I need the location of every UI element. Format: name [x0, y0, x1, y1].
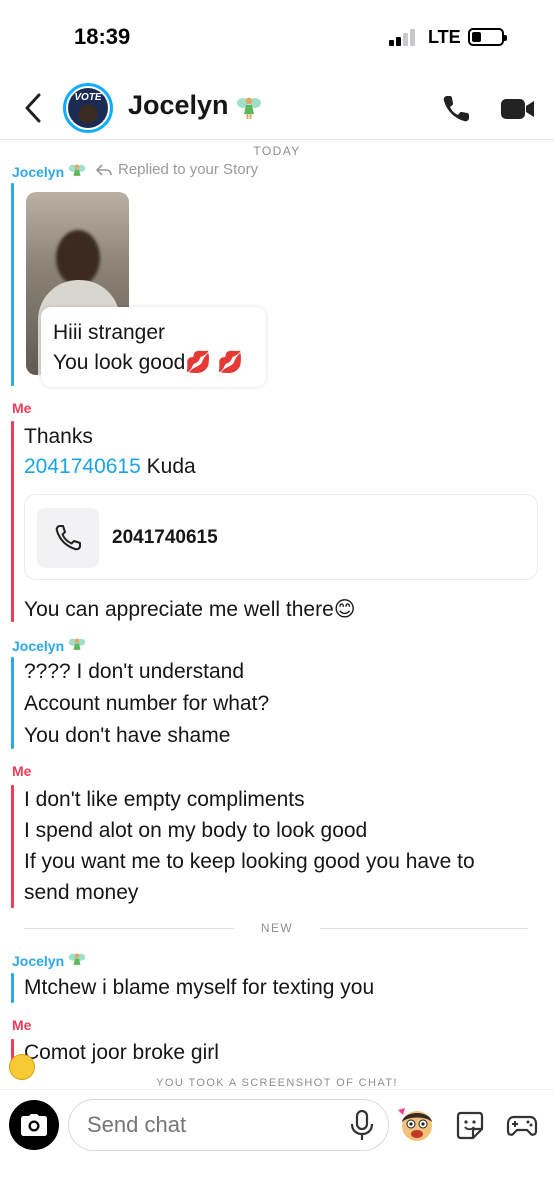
sender-name: Jocelyn: [12, 164, 65, 180]
caption-line: You look good💋 💋: [53, 351, 244, 374]
caption-line: Hiii stranger: [53, 321, 166, 344]
message-text: send money: [24, 881, 139, 904]
avatar[interactable]: VOTE: [63, 83, 113, 133]
message-text: Thanks: [24, 425, 93, 448]
reply-note: Replied to your Story: [96, 161, 258, 178]
message-bar: [11, 973, 14, 1003]
status-bar: 18:39 LTE: [0, 0, 554, 70]
message-text: 2041740615 Kuda: [24, 455, 196, 479]
message-text: Mtchew i blame myself for texting you: [24, 976, 375, 999]
card-phone-number: 2041740615: [112, 527, 218, 548]
battery-icon: [468, 28, 507, 46]
status-time: 18:39: [74, 24, 131, 49]
message-bar: [11, 785, 14, 908]
camera-button[interactable]: [9, 1100, 59, 1150]
message-bar: [11, 421, 14, 622]
message-text: You don't have shame: [24, 724, 231, 747]
network-label: LTE: [428, 27, 461, 47]
sender-label: Jocelyn: [12, 951, 86, 969]
sender-name: Jocelyn: [12, 638, 65, 654]
card-icon-box: [37, 508, 99, 568]
fairy-emoji-icon: [237, 97, 262, 119]
message-text: ???? I don't understand: [24, 660, 245, 683]
sticker-icon[interactable]: [454, 1110, 486, 1142]
sender-label: Jocelyn: [12, 636, 86, 654]
avatar-text: VOTE: [74, 92, 102, 103]
video-camera-icon[interactable]: [500, 96, 536, 122]
sender-label: Me: [12, 400, 32, 416]
phone-outline-icon: [55, 525, 81, 551]
message-text: If you want me to keep looking good you …: [24, 850, 475, 873]
message-text: Account number for what?: [24, 692, 270, 715]
contact-name[interactable]: Jocelyn: [128, 90, 262, 121]
message-bar: [11, 183, 14, 386]
message-text: I don't like empty compliments: [24, 788, 305, 811]
sender-label: Me: [12, 1017, 32, 1033]
bitmoji-icon[interactable]: [396, 1104, 438, 1146]
signal-icon: [389, 28, 419, 46]
message-text-tail: Kuda: [140, 455, 196, 478]
message-text: I spend alot on my body to look good: [24, 819, 368, 842]
message-text: Comot joor broke girl: [24, 1041, 219, 1064]
reply-arrow-icon: [96, 163, 112, 176]
back-button[interactable]: [18, 90, 48, 126]
story-caption: Hiii stranger You look good💋 💋: [41, 307, 266, 387]
phone-contact-card[interactable]: 2041740615: [24, 494, 538, 580]
chat-composer: [0, 1089, 554, 1200]
screenshot-notice: YOU TOOK A SCREENSHOT OF CHAT!: [156, 1077, 398, 1089]
microphone-icon[interactable]: [349, 1110, 375, 1142]
divider-line: [320, 928, 528, 929]
phone-link[interactable]: 2041740615: [24, 455, 141, 478]
fairy-emoji-icon: [68, 953, 86, 965]
game-controller-icon[interactable]: [506, 1111, 538, 1141]
reply-note-text: Replied to your Story: [118, 161, 259, 178]
sender-name: Jocelyn: [12, 953, 65, 969]
fairy-emoji-icon: [68, 164, 86, 176]
fairy-emoji-icon: [68, 638, 86, 650]
sender-label: Jocelyn: [12, 162, 86, 180]
contact-name-text: Jocelyn: [128, 90, 229, 120]
camera-icon: [21, 1114, 47, 1136]
message-bar: [11, 657, 14, 749]
sender-label: Me: [12, 763, 32, 779]
chat-header: VOTE Jocelyn: [0, 76, 554, 140]
chat-input[interactable]: [68, 1099, 389, 1151]
message-text: You can appreciate me well there😊: [24, 598, 356, 621]
day-label: TODAY: [253, 144, 301, 158]
chevron-left-icon: [25, 93, 41, 123]
phone-icon[interactable]: [440, 93, 472, 125]
